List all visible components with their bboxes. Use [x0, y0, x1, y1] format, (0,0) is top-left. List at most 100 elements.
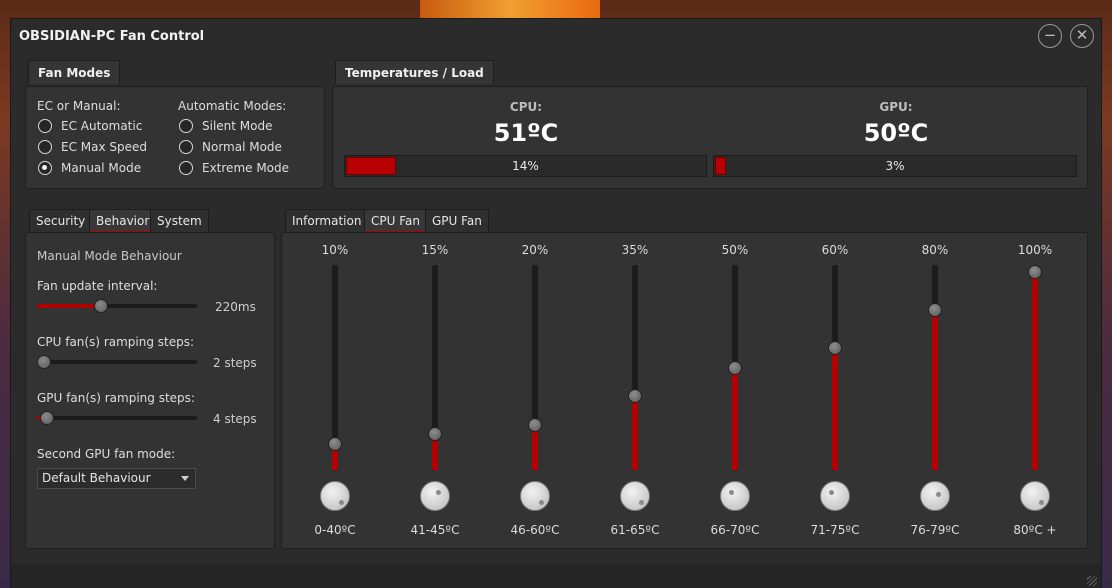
ec-radio-1[interactable] [38, 140, 52, 154]
ec-heading: EC or Manual: [37, 99, 121, 113]
temperature-range-label: 76-79ºC [910, 523, 960, 537]
fan-speed-percent: 10% [321, 243, 349, 257]
fan-speed-percent: 80% [921, 243, 949, 257]
auto-radio-0[interactable] [179, 119, 193, 133]
temperature-dial[interactable] [720, 481, 750, 511]
temperatures-panel: CPU: 51ºC 14% GPU: 50ºC 3% [332, 86, 1088, 189]
temperature-dial[interactable] [520, 481, 550, 511]
tab-cpu-fan[interactable]: CPU Fan [364, 209, 427, 233]
cpu-temp: 51ºC [493, 119, 559, 147]
fan-speed-fill [732, 368, 738, 470]
fan-speed-handle[interactable] [928, 303, 942, 317]
dial-indicator-icon [539, 500, 544, 505]
behavior-heading: Manual Mode Behaviour [37, 249, 182, 263]
temperature-range-label: 71-75ºC [810, 523, 860, 537]
dial-indicator-icon [436, 490, 441, 495]
cpu-load-text: 14% [512, 159, 539, 173]
auto-radio-2[interactable] [179, 161, 193, 175]
fan-curve-column: 35% 61-65ºC [605, 233, 665, 537]
gpu-steps-slider[interactable] [37, 411, 197, 425]
fan-speed-handle[interactable] [828, 341, 842, 355]
cpu-steps-value: 2 steps [213, 356, 257, 370]
fan-modes-tab: Fan Modes [28, 60, 121, 84]
dial-indicator-icon [1039, 500, 1044, 505]
temperature-dial[interactable] [820, 481, 850, 511]
fan-speed-percent: 60% [821, 243, 849, 257]
fan-curve-column: 80% 76-79ºC [905, 233, 965, 537]
cpu-load-bar: 14% [344, 155, 707, 177]
update-interval-fill [37, 304, 101, 308]
fan-speed-fill [1032, 272, 1038, 470]
fan-speed-handle[interactable] [328, 437, 342, 451]
gpu-temp: 50ºC [863, 119, 929, 147]
fan-speed-slider[interactable] [528, 265, 542, 470]
behavior-panel: Manual Mode Behaviour Fan update interva… [25, 232, 275, 549]
temperature-range-label: 61-65ºC [610, 523, 660, 537]
cpu-steps-handle[interactable] [37, 355, 51, 369]
update-interval-slider[interactable] [37, 299, 197, 313]
fan-speed-fill [832, 348, 838, 470]
cpu-steps-slider[interactable] [37, 355, 197, 369]
temperature-dial[interactable] [1020, 481, 1050, 511]
auto-option-label[interactable]: Extreme Mode [202, 161, 289, 175]
fan-curve-column: 15% 41-45ºC [405, 233, 465, 537]
temperature-range-label: 41-45ºC [410, 523, 460, 537]
ec-option-label[interactable]: EC Max Speed [61, 140, 147, 154]
temperature-dial[interactable] [320, 481, 350, 511]
fan-speed-handle[interactable] [428, 427, 442, 441]
fan-speed-slider[interactable] [728, 265, 742, 470]
tab-system[interactable]: System [150, 209, 209, 233]
ec-radio-2[interactable] [38, 161, 52, 175]
temperature-dial[interactable] [920, 481, 950, 511]
fan-speed-percent: 20% [521, 243, 549, 257]
fan-speed-slider[interactable] [1028, 265, 1042, 470]
gpu-load-text: 3% [885, 159, 905, 173]
desktop-wallpaper [420, 0, 600, 18]
gpu-mode-label: Second GPU fan mode: [37, 447, 176, 461]
update-interval-handle[interactable] [94, 299, 108, 313]
close-button[interactable]: ✕ [1070, 24, 1094, 48]
temperature-range-label: 66-70ºC [710, 523, 760, 537]
temperatures-tab: Temperatures / Load [335, 60, 494, 84]
cpu-fan-curve-panel: 10% 0-40ºC 15% 41-45ºC 20% 46-60ºC 35% 61-65ºC 5… [281, 232, 1088, 549]
fan-curve-column: 60% 71-75ºC [805, 233, 865, 537]
fan-speed-percent: 15% [421, 243, 449, 257]
ec-option-label[interactable]: Manual Mode [61, 161, 141, 175]
title-bar[interactable]: OBSIDIAN-PC Fan Control − ✕ [11, 19, 1101, 55]
gpu-label: GPU: [879, 100, 913, 114]
tab-information[interactable]: Information [285, 209, 369, 233]
fan-speed-percent: 100% [1017, 243, 1053, 257]
fan-speed-handle[interactable] [628, 389, 642, 403]
ec-option-label[interactable]: EC Automatic [61, 119, 142, 133]
gpu-mode-dropdown[interactable]: Default Behaviour [37, 468, 196, 489]
auto-option-label[interactable]: Normal Mode [202, 140, 282, 154]
cpu-label: CPU: [509, 100, 543, 114]
fan-speed-slider[interactable] [428, 265, 442, 470]
fan-modes-panel: EC or Manual: Automatic Modes: EC Automa… [25, 86, 325, 189]
fan-speed-slider[interactable] [328, 265, 342, 470]
fan-speed-slider[interactable] [928, 265, 942, 470]
fan-speed-fill [932, 310, 938, 470]
gpu-steps-handle[interactable] [40, 411, 54, 425]
fan-speed-slider[interactable] [828, 265, 842, 470]
tab-gpu-fan[interactable]: GPU Fan [425, 209, 489, 233]
temperature-range-label: 0-40ºC [314, 523, 356, 537]
minimize-button[interactable]: − [1038, 24, 1062, 48]
temperature-dial[interactable] [620, 481, 650, 511]
tab-behavior[interactable]: Behavior [89, 209, 157, 233]
status-bar [11, 564, 1101, 588]
auto-option-label[interactable]: Silent Mode [202, 119, 273, 133]
tab-security[interactable]: Security [29, 209, 93, 233]
gpu-steps-label: GPU fan(s) ramping steps: [37, 391, 195, 405]
update-interval-value: 220ms [215, 300, 256, 314]
window-title: OBSIDIAN-PC Fan Control [19, 29, 205, 44]
fan-speed-handle[interactable] [528, 418, 542, 432]
temperature-dial[interactable] [420, 481, 450, 511]
auto-radio-1[interactable] [179, 140, 193, 154]
resize-grip[interactable] [1087, 576, 1097, 586]
temperature-range-label: 46-60ºC [510, 523, 560, 537]
fan-speed-slider[interactable] [628, 265, 642, 470]
fan-speed-handle[interactable] [728, 361, 742, 375]
fan-speed-handle[interactable] [1028, 265, 1042, 279]
ec-radio-0[interactable] [38, 119, 52, 133]
